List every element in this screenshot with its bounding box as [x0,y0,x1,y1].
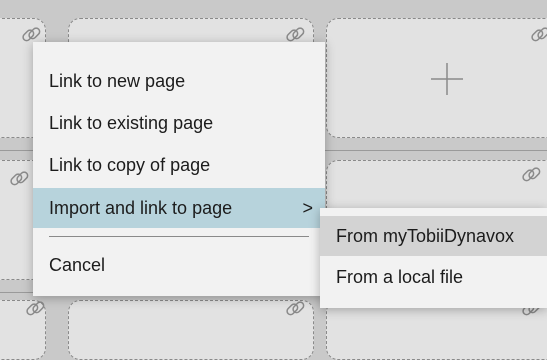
menu-item-import-and-link[interactable]: Import and link to page > [33,188,325,228]
submenu-item-from-mytobiidynavox[interactable]: From myTobiiDynavox [320,216,547,256]
link-icon [531,27,547,42]
submenu-item-label: From myTobiiDynavox [336,226,515,246]
import-submenu: From myTobiiDynavox From a local file [320,208,547,308]
menu-item-label: Link to existing page [49,113,214,133]
link-icon [10,171,29,186]
menu-item-link-existing-page[interactable]: Link to existing page [33,103,325,143]
link-icon [26,301,45,316]
menu-item-link-copy-of-page[interactable]: Link to copy of page [33,145,325,185]
menu-item-label: Import and link to page [49,198,233,218]
submenu-item-from-local-file[interactable]: From a local file [320,257,547,297]
grid-tile[interactable] [326,300,547,360]
add-tile[interactable] [326,18,547,138]
menu-item-link-new-page[interactable]: Link to new page [33,61,325,101]
menu-item-label: Link to copy of page [49,155,211,175]
link-icon [522,167,541,182]
grid-tile[interactable] [68,300,314,360]
menu-item-cancel[interactable]: Cancel [33,245,325,285]
menu-item-label: Cancel [49,255,106,275]
chevron-right-icon: > [302,198,313,218]
link-icon [286,301,305,316]
context-menu: Link to new page Link to existing page L… [33,42,325,296]
plus-icon [431,63,463,95]
submenu-item-label: From a local file [336,267,464,287]
menu-separator [49,236,309,237]
menu-item-label: Link to new page [49,71,186,91]
